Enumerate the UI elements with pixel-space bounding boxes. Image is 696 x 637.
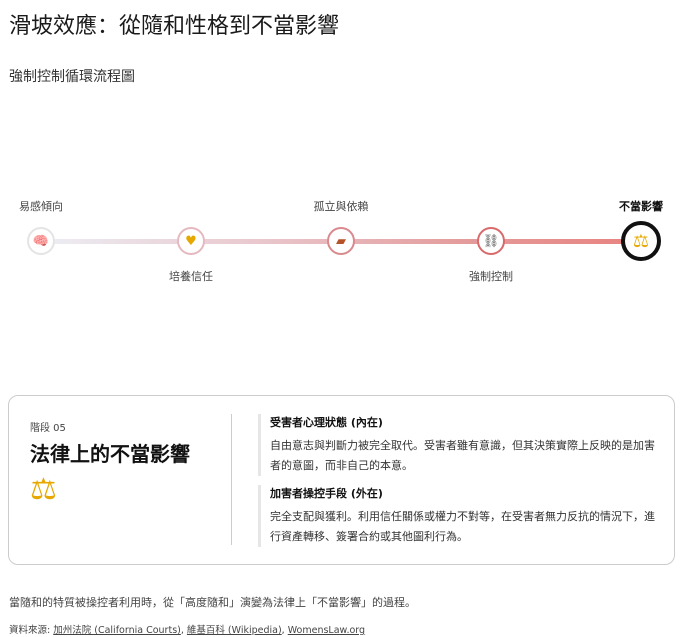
brick-icon: ▰ — [336, 233, 346, 249]
page-title: 滑坡效應：從隨和性格到不當影響 — [9, 14, 340, 39]
section-text: 自由意志與判斷力被完全取代。受害者雖有意識，但其決策實際上反映的是加害者的意圖，… — [270, 439, 655, 472]
brain-icon: 🧠 — [32, 233, 50, 249]
step-label-2: 培養信任 — [169, 270, 213, 283]
chain-link-icon: ⛓ — [482, 233, 500, 249]
page-subtitle: 強制控制循環流程圖 — [9, 69, 135, 85]
source-link-california-courts[interactable]: 加州法院 (California Courts) — [53, 625, 181, 636]
step-node-1[interactable]: 🧠 — [27, 227, 55, 255]
divider — [231, 414, 232, 545]
step-label-5: 不當影響 — [619, 200, 663, 213]
step-node-3[interactable]: ▰ — [327, 227, 355, 255]
sources-label: 資料來源: — [9, 625, 51, 636]
section-text: 完全支配與獲利。利用信任關係或權力不對等，在受害者無力反抗的情況下，進行資產轉移… — [270, 510, 655, 543]
perpetrator-tactics-section: 加害者操控手段 (外在) 完全支配與獲利。利用信任關係或權力不對等，在受害者無力… — [258, 485, 658, 547]
source-link-womenslaw[interactable]: WomensLaw.org — [288, 625, 365, 636]
step-node-5[interactable]: ⚖ — [621, 221, 661, 261]
victim-state-section: 受害者心理狀態 (內在) 自由意志與判斷力被完全取代。受害者雖有意識，但其決策實… — [258, 414, 658, 476]
stage-title: 法律上的不當影響 — [30, 442, 190, 466]
step-label-3: 孤立與依賴 — [313, 200, 369, 213]
sources: 資料來源: 加州法院 (California Courts), 維基百科 (Wi… — [9, 625, 366, 636]
source-link-wikipedia[interactable]: 維基百科 (Wikipedia) — [187, 625, 282, 636]
balance-scale-icon: ⚖ — [30, 472, 57, 507]
section-heading: 受害者心理狀態 (內在) — [270, 416, 383, 429]
step-label-1: 易感傾向 — [19, 200, 63, 213]
section-heading: 加害者操控手段 (外在) — [270, 487, 383, 500]
balance-scale-icon: ⚖ — [632, 230, 650, 252]
stage-number: 階段 05 — [30, 423, 66, 434]
step-node-4[interactable]: ⛓ — [477, 227, 505, 255]
step-label-4: 強制控制 — [469, 270, 513, 283]
step-node-2[interactable]: ♥ — [177, 227, 205, 255]
caption: 當隨和的特質被操控者利用時，從「高度隨和」演變為法律上「不當影響」的過程。 — [9, 596, 416, 609]
heart-icon: ♥ — [185, 233, 197, 249]
